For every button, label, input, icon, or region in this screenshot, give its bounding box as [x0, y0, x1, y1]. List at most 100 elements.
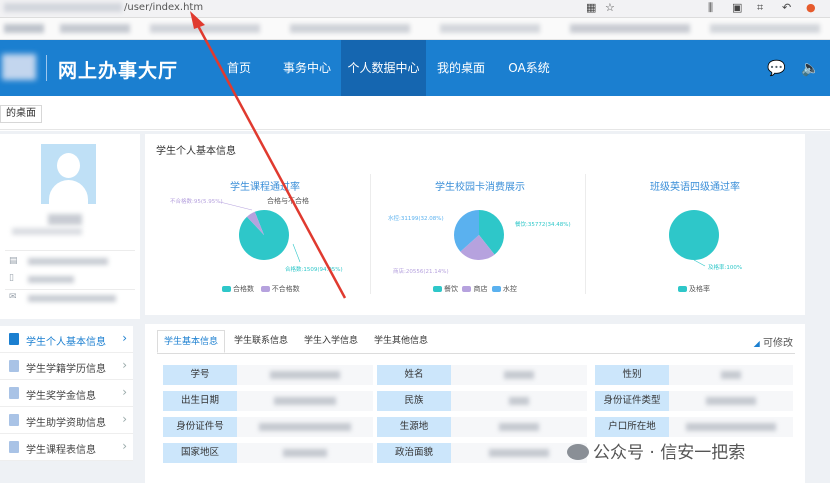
field-label: 国家地区	[163, 443, 237, 463]
nav-personal-data[interactable]: 个人数据中心	[341, 40, 426, 96]
extension-icon[interactable]: ●	[806, 1, 816, 14]
sidebar-item-aid[interactable]: 学生助学资助信息 ›	[0, 407, 133, 434]
table-row: 出生日期 民族 身份证件类型	[163, 390, 793, 412]
field-label: 出生日期	[163, 391, 237, 411]
field-value	[237, 365, 373, 385]
profile-subtitle	[12, 228, 82, 235]
profile-name	[48, 214, 82, 225]
slice-label-pass: 合格数:1509(94.05%)	[285, 267, 343, 273]
profile-phone	[28, 276, 74, 283]
document-icon	[9, 387, 19, 399]
table-row: 身份证件号 生源地 户口所在地	[163, 416, 793, 438]
watermark: 公众号 · 信安一把索	[567, 438, 745, 463]
id-icon: ▤	[9, 256, 18, 266]
sidebar-menu: 学生个人基本信息 › 学生学籍学历信息 › 学生奖学金信息 › 学生助学资助信息…	[0, 326, 133, 461]
chart-legend: 合格数 不合格数	[222, 284, 300, 294]
document-icon	[9, 360, 19, 372]
nav-home[interactable]: 首页	[218, 40, 260, 96]
slice-label-dining: 餐饮:35772(34.48%)	[515, 222, 571, 228]
panel-title: 学生个人基本信息	[156, 146, 236, 157]
chevron-right-icon: ›	[122, 358, 127, 372]
chevron-right-icon: ›	[122, 439, 127, 453]
sidebar-item-label: 学生学籍学历信息	[26, 364, 106, 375]
nav-affairs[interactable]: 事务中心	[276, 40, 338, 96]
phone-icon: ▯	[9, 273, 14, 283]
field-value	[237, 443, 373, 463]
field-label: 民族	[377, 391, 451, 411]
slice-label-fail: 不合格数:95(5.95%)	[170, 199, 223, 205]
bookmarks-bar	[0, 18, 830, 40]
field-value	[451, 391, 587, 411]
tab-other-info[interactable]: 学生其他信息	[367, 330, 435, 353]
nav-oa-system[interactable]: OA系统	[500, 40, 558, 96]
legend-pass: 合格数	[233, 285, 254, 293]
slice-label-pass: 及格率:100%	[708, 265, 743, 271]
chevron-right-icon: ›	[122, 385, 127, 399]
tab-admission-info[interactable]: 学生入学信息	[297, 330, 365, 353]
speaker-icon[interactable]: 🔈	[801, 59, 820, 77]
legend-shop: 商店	[473, 285, 488, 293]
email-icon: ✉	[9, 292, 17, 302]
sidebar-item-label: 学生助学资助信息	[26, 418, 106, 429]
field-value	[451, 365, 587, 385]
qr-code-icon[interactable]: ▦	[586, 1, 596, 14]
star-icon[interactable]: ☆	[605, 1, 615, 14]
edit-link[interactable]: ◢ 可修改	[754, 334, 793, 349]
field-value	[451, 417, 587, 437]
legend-water: 水控	[502, 285, 517, 293]
sidebar-item-timetable[interactable]: 学生课程表信息 ›	[0, 434, 133, 461]
tab-basic-info[interactable]: 学生基本信息	[157, 330, 225, 353]
crop-icon[interactable]: ⌗	[757, 1, 763, 15]
pie-svg	[669, 210, 719, 267]
library-icon[interactable]: ⫼	[708, 1, 713, 15]
page-tabs: 的桌面	[0, 96, 830, 130]
tab-contact-info[interactable]: 学生联系信息	[227, 330, 295, 353]
chart-legend: 餐饮 商店 水控	[433, 284, 517, 294]
document-icon	[9, 414, 19, 426]
field-label: 身份证件号	[163, 417, 237, 437]
field-label: 政治面貌	[377, 443, 451, 463]
edit-icon: ◢	[753, 339, 760, 348]
field-value	[237, 391, 373, 411]
info-panel: 学生个人基本信息 学生课程通过率 合格与不合格 合格数:1509(94.05%)…	[145, 134, 805, 315]
profile-id	[28, 258, 108, 265]
chat-icon[interactable]: 💬	[767, 59, 786, 77]
field-label: 户口所在地	[595, 417, 669, 437]
field-value	[237, 417, 373, 437]
profile-email	[28, 295, 116, 302]
chart-cet4-pass-rate: 班级英语四级通过率 及格率:100% 及格率	[590, 164, 800, 309]
sidebar-item-label: 学生个人基本信息	[26, 337, 106, 348]
sidebar-item-label: 学生课程表信息	[26, 445, 96, 456]
sidebar-item-basic-info[interactable]: 学生个人基本信息 ›	[0, 326, 133, 353]
sidebar-item-enrollment[interactable]: 学生学籍学历信息 ›	[0, 353, 133, 380]
field-label: 学号	[163, 365, 237, 385]
header-divider	[46, 55, 47, 81]
watermark-text: 公众号 · 信安一把索	[593, 443, 746, 463]
browser-address-bar: /user/index.htm ▦ ☆ ⫼ ▣ ⌗ ↶ ●	[0, 0, 830, 18]
avatar	[41, 144, 96, 204]
field-value	[669, 365, 793, 385]
legend-fail: 不合格数	[271, 285, 300, 293]
sidebar-item-scholarship[interactable]: 学生奖学金信息 ›	[0, 380, 133, 407]
tab-desktop[interactable]: 的桌面	[0, 105, 42, 123]
nav-my-desktop[interactable]: 我的桌面	[430, 40, 492, 96]
sidebar-item-label: 学生奖学金信息	[26, 391, 96, 402]
field-label: 姓名	[377, 365, 451, 385]
undo-icon[interactable]: ↶	[782, 1, 791, 14]
sidebar-icon[interactable]: ▣	[732, 1, 742, 14]
document-icon	[9, 441, 19, 453]
chevron-right-icon: ›	[122, 412, 127, 426]
chart-card-consumption: 学生校园卡消费展示 餐饮:35772(34.48%) 商店:20556(21.1…	[375, 164, 585, 309]
site-title: 网上办事大厅	[58, 60, 179, 82]
slice-label-water: 水控:31199(32.08%)	[388, 216, 444, 222]
field-label: 性别	[595, 365, 669, 385]
url-field[interactable]: /user/index.htm	[4, 2, 203, 13]
url-text: /user/index.htm	[124, 2, 204, 13]
field-value	[669, 391, 793, 411]
document-icon	[9, 333, 19, 345]
slice-label-shop: 商店:20556(21.14%)	[393, 269, 449, 275]
logo	[2, 54, 36, 80]
legend-dining: 餐饮	[444, 285, 458, 293]
profile-card: ▤ ▯ ✉	[0, 134, 140, 319]
pie-slice-pass	[669, 210, 719, 260]
